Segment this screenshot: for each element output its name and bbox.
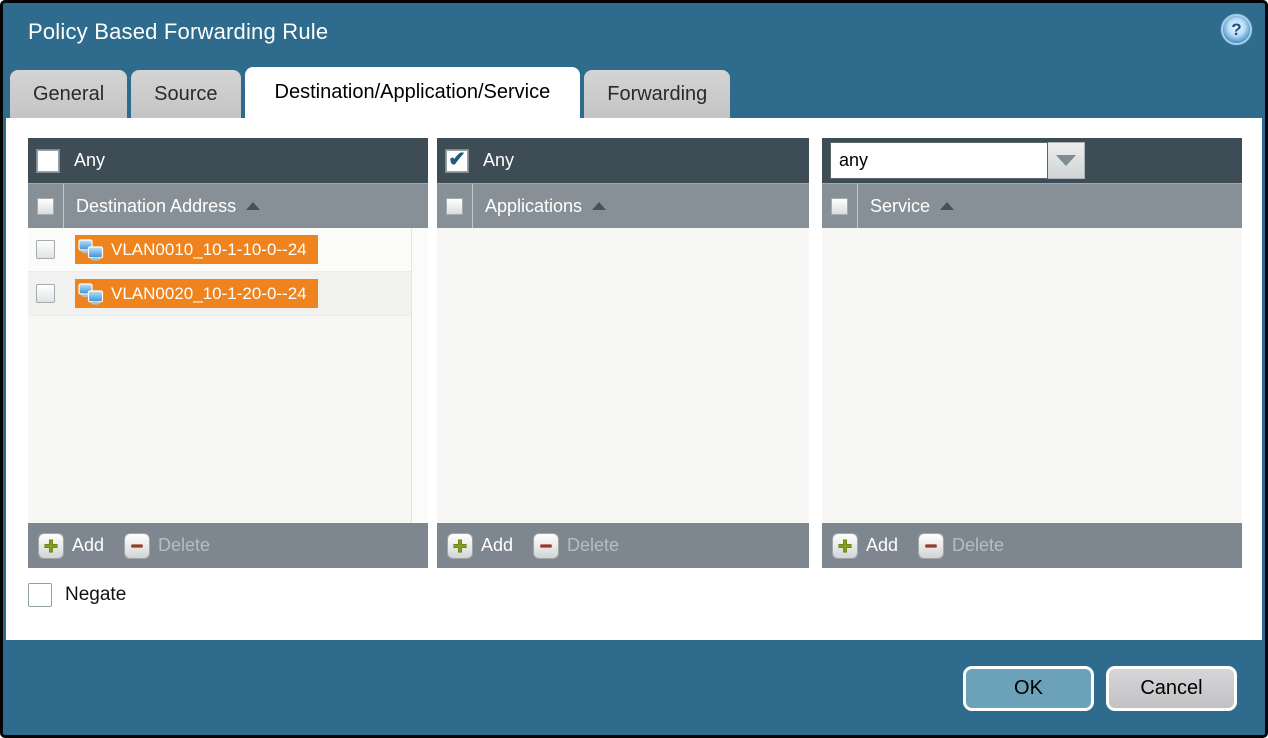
negate-checkbox[interactable] — [28, 583, 52, 607]
applications-any-row: ✔ Any — [437, 138, 809, 183]
delete-button-label: Delete — [567, 535, 619, 556]
tab-bar: General Source Destination/Application/S… — [10, 67, 730, 118]
tab-content-panel: Any Destination Address — [6, 118, 1262, 640]
dialog-title: Policy Based Forwarding Rule — [28, 19, 328, 45]
applications-list-body — [437, 228, 809, 523]
divider — [63, 184, 64, 228]
applications-any-checkbox[interactable]: ✔ — [446, 150, 468, 172]
destination-footer-bar: Add Delete — [28, 523, 428, 568]
service-dropdown[interactable]: any — [830, 142, 1085, 179]
destination-any-label: Any — [74, 150, 105, 171]
divider — [857, 184, 858, 228]
row-checkbox[interactable] — [36, 240, 55, 259]
service-delete-button[interactable]: Delete — [918, 533, 1004, 559]
service-column-header-row: Service — [822, 183, 1242, 228]
delete-button-label: Delete — [952, 535, 1004, 556]
applications-panel: ✔ Any Applications Add — [437, 138, 809, 568]
service-list-body — [822, 228, 1242, 523]
tab-destination-application-service[interactable]: Destination/Application/Service — [245, 67, 581, 118]
destination-scrollbar[interactable] — [411, 228, 428, 523]
plus-icon — [832, 533, 858, 559]
tab-source[interactable]: Source — [131, 70, 240, 118]
address-item-label: VLAN0010_10-1-10-0--24 — [111, 240, 307, 260]
cancel-button[interactable]: Cancel — [1106, 666, 1237, 711]
negate-label: Negate — [65, 584, 126, 606]
ok-button[interactable]: OK — [963, 666, 1094, 711]
minus-icon — [533, 533, 559, 559]
help-icon[interactable]: ? — [1223, 16, 1250, 43]
tab-general[interactable]: General — [10, 70, 127, 118]
sort-ascending-icon — [592, 202, 606, 210]
minus-icon — [124, 533, 150, 559]
tab-forwarding[interactable]: Forwarding — [584, 70, 730, 118]
add-button-label: Add — [481, 535, 513, 556]
applications-column-header-row: Applications — [437, 183, 809, 228]
service-select-all-checkbox[interactable] — [831, 198, 848, 215]
negate-row: Negate — [28, 583, 126, 607]
address-item[interactable]: VLAN0020_10-1-20-0--24 — [75, 279, 318, 308]
add-button-label: Add — [866, 535, 898, 556]
service-footer-bar: Add Delete — [822, 523, 1242, 568]
table-row: VLAN0010_10-1-10-0--24 — [28, 228, 428, 272]
applications-delete-button[interactable]: Delete — [533, 533, 619, 559]
destination-select-all-checkbox[interactable] — [37, 198, 54, 215]
destination-list-body: VLAN0010_10-1-10-0--24 — [28, 228, 428, 523]
address-item-label: VLAN0020_10-1-20-0--24 — [111, 284, 307, 304]
service-dropdown-value[interactable]: any — [830, 142, 1048, 179]
applications-any-label: Any — [483, 150, 514, 171]
plus-icon — [447, 533, 473, 559]
destination-column-header-row: Destination Address — [28, 183, 428, 228]
service-column-header[interactable]: Service — [870, 196, 930, 217]
address-item[interactable]: VLAN0010_10-1-10-0--24 — [75, 235, 318, 264]
applications-column-header[interactable]: Applications — [485, 196, 582, 217]
service-dropdown-row: any — [822, 138, 1242, 183]
delete-button-label: Delete — [158, 535, 210, 556]
destination-address-panel: Any Destination Address — [28, 138, 428, 568]
destination-any-row: Any — [28, 138, 428, 183]
address-group-icon — [78, 239, 104, 261]
table-row: VLAN0020_10-1-20-0--24 — [28, 272, 428, 316]
policy-based-forwarding-rule-dialog: Policy Based Forwarding Rule ? General S… — [0, 0, 1268, 738]
destination-address-column-header[interactable]: Destination Address — [76, 196, 236, 217]
applications-footer-bar: Add Delete — [437, 523, 809, 568]
destination-any-checkbox[interactable] — [37, 150, 59, 172]
row-checkbox[interactable] — [36, 284, 55, 303]
destination-delete-button[interactable]: Delete — [124, 533, 210, 559]
service-panel: any Service Add — [822, 138, 1242, 568]
minus-icon — [918, 533, 944, 559]
sort-ascending-icon — [246, 202, 260, 210]
service-add-button[interactable]: Add — [832, 533, 898, 559]
destination-add-button[interactable]: Add — [38, 533, 104, 559]
check-icon: ✔ — [448, 149, 466, 170]
applications-add-button[interactable]: Add — [447, 533, 513, 559]
divider — [472, 184, 473, 228]
address-group-icon — [78, 283, 104, 305]
service-dropdown-button[interactable] — [1048, 142, 1085, 179]
applications-select-all-checkbox[interactable] — [446, 198, 463, 215]
sort-ascending-icon — [940, 202, 954, 210]
add-button-label: Add — [72, 535, 104, 556]
plus-icon — [38, 533, 64, 559]
chevron-down-icon — [1056, 155, 1076, 166]
